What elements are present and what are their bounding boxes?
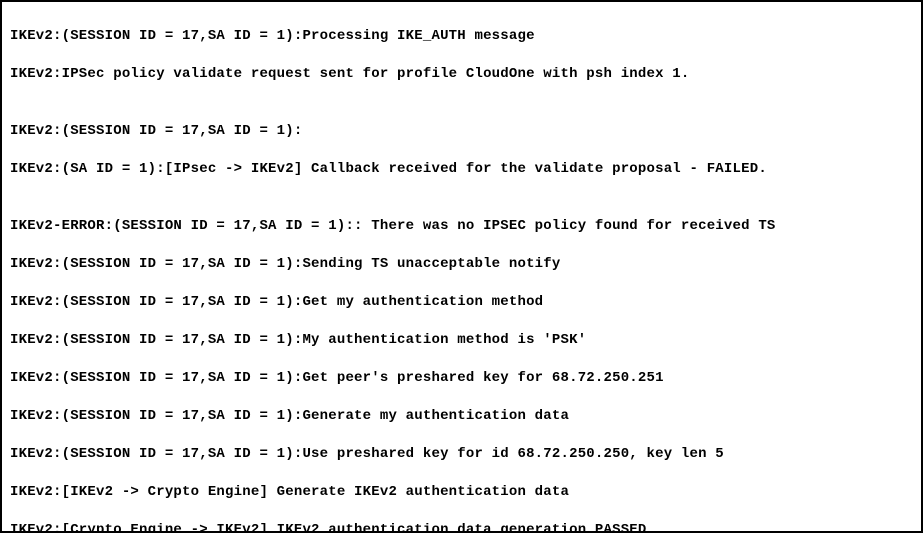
log-line: IKEv2:(SESSION ID = 17,SA ID = 1):Get pe… [10,369,913,388]
log-line: IKEv2:(SESSION ID = 17,SA ID = 1):Use pr… [10,445,913,464]
log-line: IKEv2:(SESSION ID = 17,SA ID = 1):Get my… [10,293,913,312]
log-line: IKEv2:(SESSION ID = 17,SA ID = 1):My aut… [10,331,913,350]
log-line: IKEv2:(SESSION ID = 17,SA ID = 1):Sendin… [10,255,913,274]
log-line: IKEv2:(SESSION ID = 17,SA ID = 1):Proces… [10,27,913,46]
log-line: IKEv2-ERROR:(SESSION ID = 17,SA ID = 1):… [10,217,913,236]
log-line: IKEv2:(SA ID = 1):[IPsec -> IKEv2] Callb… [10,160,913,179]
log-line: IKEv2:[Crypto Engine -> IKEv2] IKEv2 aut… [10,521,913,533]
terminal-log-window: IKEv2:(SESSION ID = 17,SA ID = 1):Proces… [0,0,923,533]
log-line: IKEv2:IPSec policy validate request sent… [10,65,913,84]
log-line: IKEv2:(SESSION ID = 17,SA ID = 1):Genera… [10,407,913,426]
log-line: IKEv2:[IKEv2 -> Crypto Engine] Generate … [10,483,913,502]
log-line: IKEv2:(SESSION ID = 17,SA ID = 1): [10,122,913,141]
